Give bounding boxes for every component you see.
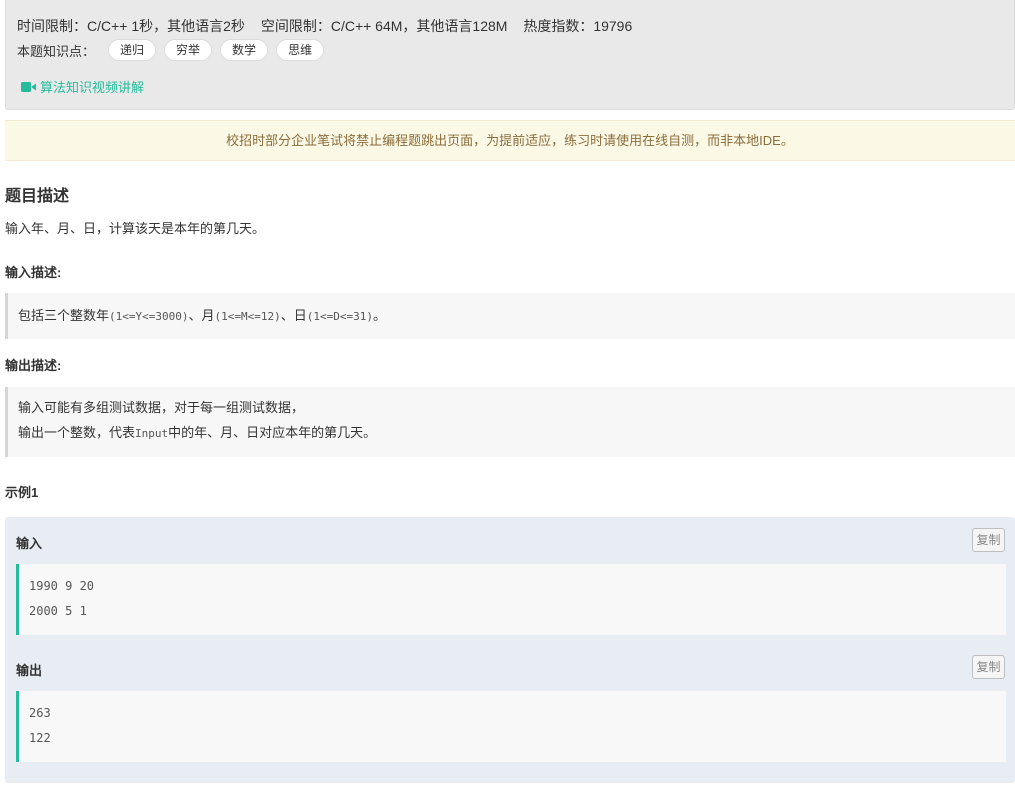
example-output-line: 263 (29, 706, 51, 720)
time-limit: 时间限制：C/C++ 1秒，其他语言2秒 (17, 18, 245, 34)
example-output-code[interactable]: 263 122 (16, 691, 1006, 762)
video-lecture-link[interactable]: 算法知识视频讲解 (21, 77, 144, 96)
notice-banner: 校招时部分企业笔试将禁止编程题跳出页面，为提前适应，练习时请使用在线自测，而非本… (5, 120, 1015, 161)
tag-enumeration[interactable]: 穷举 (164, 39, 213, 61)
output-desc-block: 输入可能有多组测试数据，对于每一组测试数据， 输出一个整数，代表Input中的年… (5, 387, 1015, 457)
video-link-label: 算法知识视频讲解 (40, 80, 145, 95)
input-desc-sep2: 、日 (280, 308, 307, 323)
day-range: (1<=D<=31) (306, 310, 373, 323)
example-title: 示例1 (5, 485, 39, 500)
copy-input-button[interactable]: 复制 (972, 528, 1005, 552)
tags-label: 本题知识点： (17, 43, 96, 59)
month-range: (1<=M<=12) (214, 310, 281, 323)
example-input-line: 2000 5 1 (29, 604, 87, 618)
output-desc-title: 输出描述: (5, 358, 62, 373)
output-desc-line2: 输出一个整数，代表Input中的年、月、日对应本年的第几天。 (18, 420, 1015, 446)
problem-info-panel: 时间限制：C/C++ 1秒，其他语言2秒 空间限制：C/C++ 64M，其他语言… (5, 0, 1015, 110)
example-output-label: 输出 (16, 663, 43, 678)
example-input-label: 输入 (16, 536, 43, 551)
output-desc-line2-suffix: 中的年、月、日对应本年的第几天。 (168, 425, 377, 440)
description-text: 输入年、月、日，计算该天是本年的第几天。 (5, 221, 266, 236)
input-code-word: Input (135, 427, 169, 440)
input-desc-sep1: 、月 (188, 308, 215, 323)
video-camera-icon (21, 81, 36, 92)
input-desc-suffix: 。 (373, 308, 387, 323)
input-desc-block: 包括三个整数年(1<=Y<=3000)、月(1<=M<=12)、日(1<=D<=… (5, 293, 1015, 339)
example-output-line: 122 (29, 731, 51, 745)
example-panel: 输入 复制 1990 9 20 2000 5 1 输出 复制 263 122 (5, 517, 1015, 783)
output-desc-line1: 输入可能有多组测试数据，对于每一组测试数据， (18, 400, 305, 415)
copy-output-button[interactable]: 复制 (972, 655, 1005, 679)
space-limit: 空间限制：C/C++ 64M，其他语言128M (260, 18, 508, 34)
tag-math[interactable]: 数学 (220, 39, 269, 61)
year-range: (1<=Y<=3000) (109, 310, 189, 323)
example-input-line: 1990 9 20 (29, 579, 95, 593)
heat-index: 热度指数：19796 (523, 18, 633, 34)
tag-recursion[interactable]: 递归 (108, 39, 157, 61)
tag-thinking[interactable]: 思维 (276, 39, 325, 61)
knowledge-tags-row: 本题知识点： 递归 穷举 数学 思维 (17, 38, 332, 62)
example-input-code[interactable]: 1990 9 20 2000 5 1 (16, 564, 1006, 635)
limits-row: 时间限制：C/C++ 1秒，其他语言2秒 空间限制：C/C++ 64M，其他语言… (17, 16, 632, 36)
input-desc-title: 输入描述: (5, 265, 62, 280)
description-title: 题目描述 (5, 188, 70, 205)
input-desc-prefix: 包括三个整数年 (18, 308, 110, 323)
output-desc-line2-prefix: 输出一个整数，代表 (18, 425, 136, 440)
